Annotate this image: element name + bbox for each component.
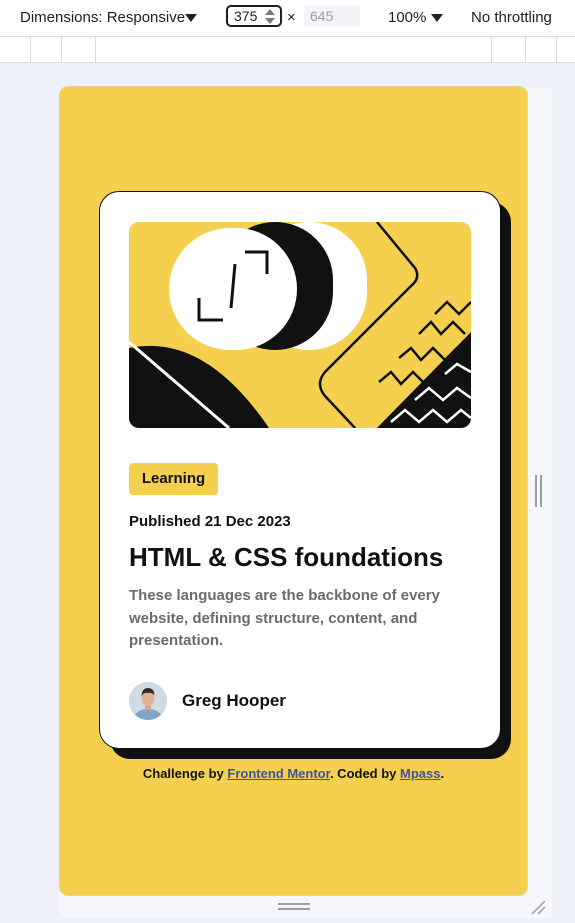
- card-description: These languages are the backbone of ever…: [129, 587, 440, 649]
- ruler-tick: [95, 37, 96, 62]
- blog-illustration: [129, 222, 471, 428]
- ruler-tick: [556, 37, 557, 62]
- published-date: Published 21 Dec 2023: [129, 513, 291, 530]
- media-query-ruler: [0, 37, 575, 63]
- spinner-icon[interactable]: [265, 9, 275, 25]
- height-placeholder: 645: [310, 8, 334, 24]
- times-icon: ×: [287, 9, 296, 26]
- width-input[interactable]: 375: [226, 5, 282, 27]
- dimensions-dropdown[interactable]: Dimensions: Responsive: [20, 9, 185, 26]
- chevron-down-icon[interactable]: [185, 14, 197, 22]
- bottom-resize-handle[interactable]: [278, 903, 310, 910]
- author-link[interactable]: Mpass: [400, 766, 440, 781]
- device-toolbar: Dimensions: Responsive 375 × 645 100% No…: [0, 0, 575, 37]
- zoom-dropdown[interactable]: 100%: [388, 9, 426, 26]
- ruler-tick: [30, 37, 31, 62]
- ruler-tick: [525, 37, 526, 62]
- width-value: 375: [234, 8, 258, 24]
- ruler-tick: [491, 37, 492, 62]
- person-icon: [129, 682, 167, 720]
- chevron-down-icon[interactable]: [431, 14, 443, 22]
- attribution-middle: . Coded by: [329, 766, 401, 781]
- attribution: Challenge by Frontend Mentor. Coded by M…: [60, 766, 527, 781]
- height-input[interactable]: 645: [304, 5, 360, 27]
- avatar: [129, 682, 167, 720]
- ruler-tick: [61, 37, 62, 62]
- author-name: Greg Hooper: [182, 691, 286, 710]
- attribution-prefix: Challenge by: [142, 766, 228, 781]
- frontend-mentor-link[interactable]: Frontend Mentor: [227, 766, 330, 781]
- throttling-dropdown[interactable]: No throttling: [471, 9, 552, 26]
- right-resize-handle[interactable]: [535, 475, 542, 507]
- attribution-suffix: .: [440, 766, 445, 781]
- category-tag: Learning: [129, 463, 218, 495]
- corner-resize-icon[interactable]: [530, 899, 546, 915]
- card-title[interactable]: HTML & CSS foundations: [129, 542, 443, 573]
